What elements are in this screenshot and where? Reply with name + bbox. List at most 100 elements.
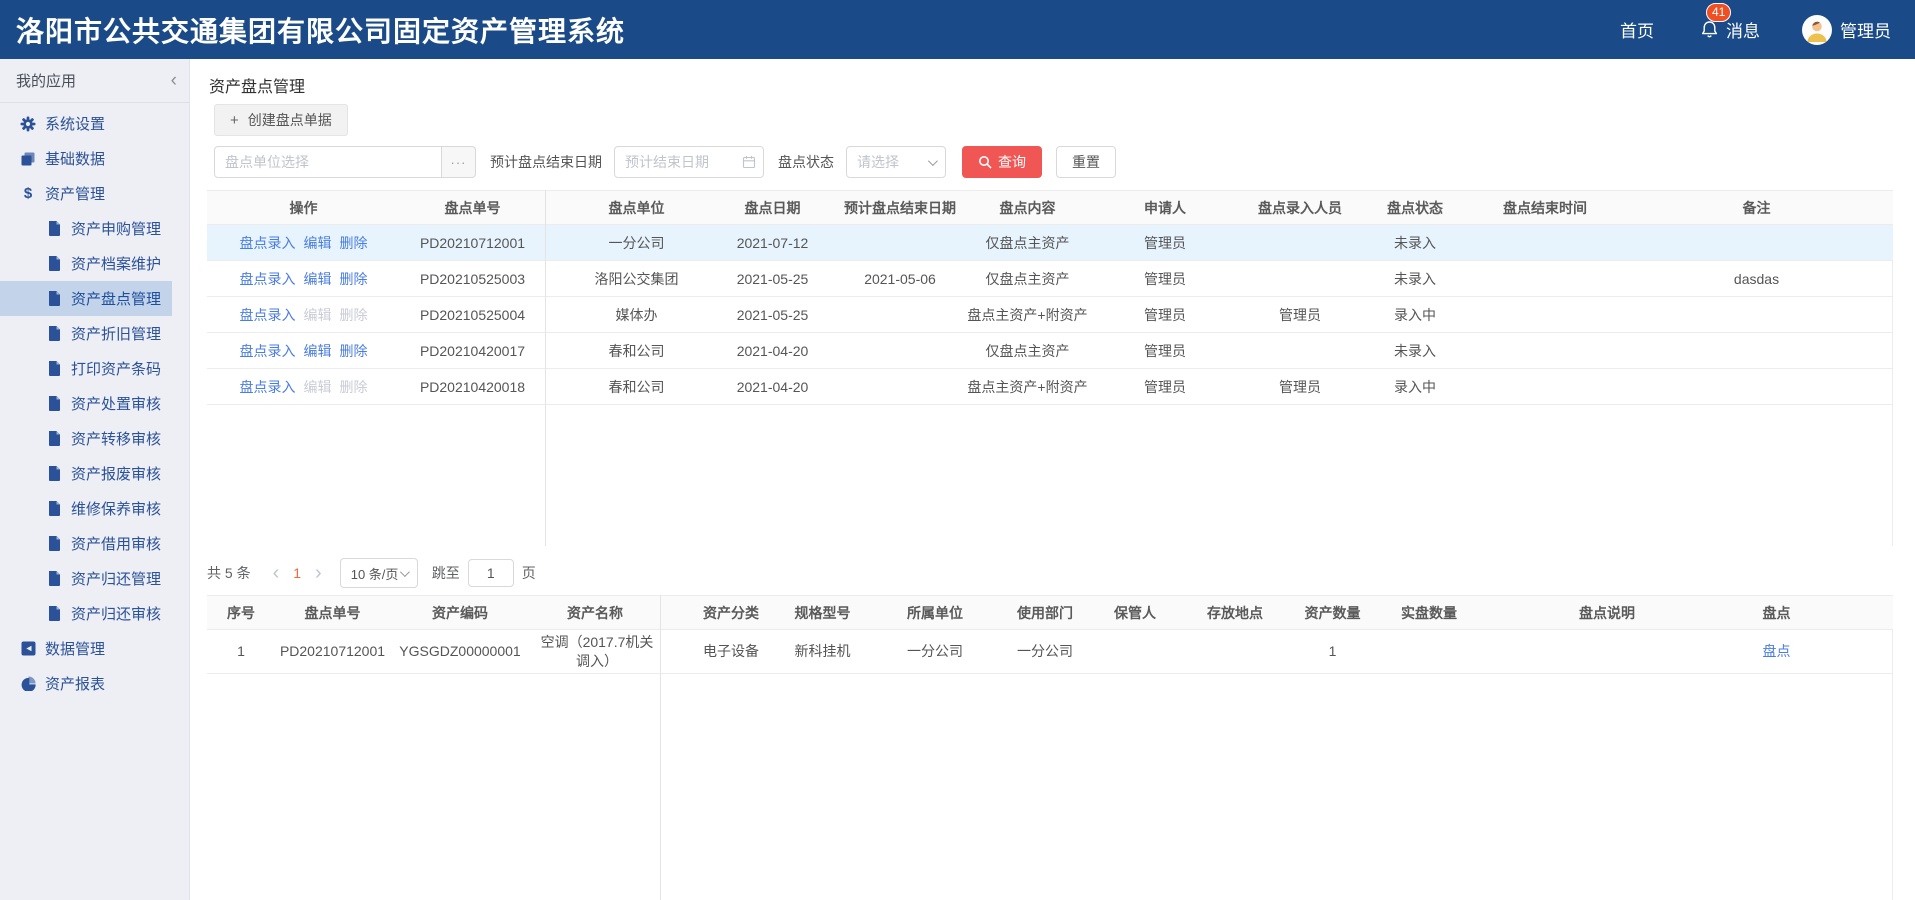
nav-home-link[interactable]: 首页 [1620,17,1654,42]
delete-link[interactable]: 删除 [340,343,368,359]
prev-page-button[interactable]: ‹ [273,563,280,583]
jump-page-input[interactable] [468,559,514,587]
page-size-select[interactable]: 10 条/页 [340,558,418,588]
next-page-button[interactable]: › [315,563,322,583]
edit-link[interactable]: 编辑 [304,235,332,251]
cell-recorder [1240,333,1360,369]
pie-icon [20,676,36,691]
cell-date: 2021-05-25 [710,261,835,297]
unit-picker-button[interactable]: ··· [442,146,476,178]
sidebar-item-asset-inventory[interactable]: 资产盘点管理 [0,281,172,316]
orders-col-3: 盘点日期 [710,191,835,225]
sidebar-item-maintenance-audit[interactable]: 维修保养审核 [0,491,172,526]
sidebar-item-print-barcode[interactable]: 打印资产条码 [0,351,172,386]
sidebar-item-label: 基础数据 [45,148,105,169]
sidebar-item-asset-management[interactable]: $资产管理 [0,176,172,211]
app-title: 洛阳市公共交通集团有限公司固定资产管理系统 [16,10,625,50]
assets-col-3: 资产名称 [530,596,660,630]
file-icon [46,431,62,446]
cell-unit: 一分公司 [545,225,710,261]
cell-unit: 洛阳公交集团 [545,261,710,297]
sidebar-item-asset-return-audit[interactable]: 资产归还审核 [0,596,172,631]
file-icon [46,571,62,586]
cell-expected_end: 2021-05-06 [835,261,965,297]
table-row: 盘点录入编辑删除PD20210525003洛阳公交集团2021-05-25202… [207,261,1893,297]
sidebar-item-base-data[interactable]: 基础数据 [0,141,172,176]
message-count-badge: 41 [1706,3,1731,22]
user-menu[interactable]: 管理员 [1802,15,1891,45]
cell-index: 1 [207,630,275,674]
assets-col-5: 规格型号 [780,596,865,630]
calendar-icon [742,155,756,169]
unit-select-input[interactable] [214,146,442,178]
current-page[interactable]: 1 [293,565,301,581]
sidebar-item-label: 资产处置审核 [71,393,161,414]
file-icon [46,536,62,551]
page-size-value: 10 条/页 [351,564,399,583]
cell-date: 2021-04-20 [710,333,835,369]
sidebar-title: 我的应用 [16,70,76,91]
status-label: 盘点状态 [778,152,834,172]
cell-action: 盘点 [1690,630,1893,674]
cell-status: 未录入 [1360,225,1470,261]
edit-link[interactable]: 编辑 [304,343,332,359]
edit-link[interactable]: 编辑 [304,271,332,287]
cell-applicant: 管理员 [1090,261,1240,297]
sidebar-item-asset-purchase[interactable]: 资产申购管理 [0,211,172,246]
cell-asset_code: YGSGDZ00000001 [390,630,530,674]
search-button[interactable]: 查询 [962,146,1042,178]
cell-expected_end [835,369,965,405]
reset-button[interactable]: 重置 [1056,146,1116,178]
delete-link[interactable]: 删除 [340,271,368,287]
table-row: 盘点录入编辑删除PD20210525004媒体办2021-05-25盘点主资产+… [207,297,1893,333]
file-icon [46,466,62,481]
orders-col-1: 盘点单号 [400,191,545,225]
assets-table-wrap: 序号盘点单号资产编码资产名称资产分类规格型号所属单位使用部门保管人存放地点资产数… [207,595,1893,900]
inventory-entry-link[interactable]: 盘点录入 [240,343,296,359]
edit-link: 编辑 [304,307,332,323]
inventory-entry-link[interactable]: 盘点录入 [240,307,296,323]
sidebar-item-asset-scrap[interactable]: 资产报废审核 [0,456,172,491]
cell-content: 仅盘点主资产 [965,225,1090,261]
cell-recorder [1240,225,1360,261]
fixed-column-divider [545,190,546,546]
orders-col-9: 盘点结束时间 [1470,191,1620,225]
file-icon [46,606,62,621]
app-shell: 我的应用 ‹ 系统设置基础数据$资产管理资产申购管理资产档案维护资产盘点管理资产… [0,59,1915,900]
sidebar-item-asset-disposal[interactable]: 资产处置审核 [0,386,172,421]
cell-remark [1620,297,1893,333]
cell-order_no: PD20210420018 [400,369,545,405]
nav-messages-link[interactable]: 41 消息 [1700,17,1760,42]
status-select[interactable]: 请选择 [846,146,946,178]
sidebar-item-data-management[interactable]: 数据管理 [0,631,172,666]
sidebar-item-label: 资产档案维护 [71,253,161,274]
orders-col-2: 盘点单位 [545,191,710,225]
sidebar-collapse-icon[interactable]: ‹ [171,71,177,90]
sidebar-item-asset-transfer[interactable]: 资产转移审核 [0,421,172,456]
orders-col-4: 预计盘点结束日期 [835,191,965,225]
sidebar-item-system-settings[interactable]: 系统设置 [0,106,172,141]
table-row: 盘点录入编辑删除PD20210712001一分公司2021-07-12仅盘点主资… [207,225,1893,261]
sidebar-item-label: 资产报废审核 [71,463,161,484]
inventory-entry-link[interactable]: 盘点录入 [240,379,296,395]
inventory-action-link[interactable]: 盘点 [1763,643,1791,659]
cell-status: 录入中 [1360,369,1470,405]
orders-col-6: 申请人 [1090,191,1240,225]
assets-col-12: 盘点说明 [1478,596,1690,630]
inventory-entry-link[interactable]: 盘点录入 [240,271,296,287]
sidebar-item-asset-borrow[interactable]: 资产借用审核 [0,526,172,561]
dollar-icon: $ [20,185,36,202]
sidebar-item-asset-archive[interactable]: 资产档案维护 [0,246,172,281]
sidebar: 我的应用 ‹ 系统设置基础数据$资产管理资产申购管理资产档案维护资产盘点管理资产… [0,59,190,900]
cell-actions: 盘点录入编辑删除 [207,225,400,261]
status-select-value: 请选择 [857,152,899,172]
sidebar-item-asset-depreciation[interactable]: 资产折旧管理 [0,316,172,351]
orders-col-10: 备注 [1620,191,1893,225]
file-icon [46,326,62,341]
sidebar-item-label: 资产归还审核 [71,603,161,624]
create-inventory-button[interactable]: + 创建盘点单据 [214,104,348,136]
inventory-entry-link[interactable]: 盘点录入 [240,235,296,251]
sidebar-item-asset-return-mgmt[interactable]: 资产归还管理 [0,561,172,596]
sidebar-item-asset-reports[interactable]: 资产报表 [0,666,172,701]
delete-link[interactable]: 删除 [340,235,368,251]
